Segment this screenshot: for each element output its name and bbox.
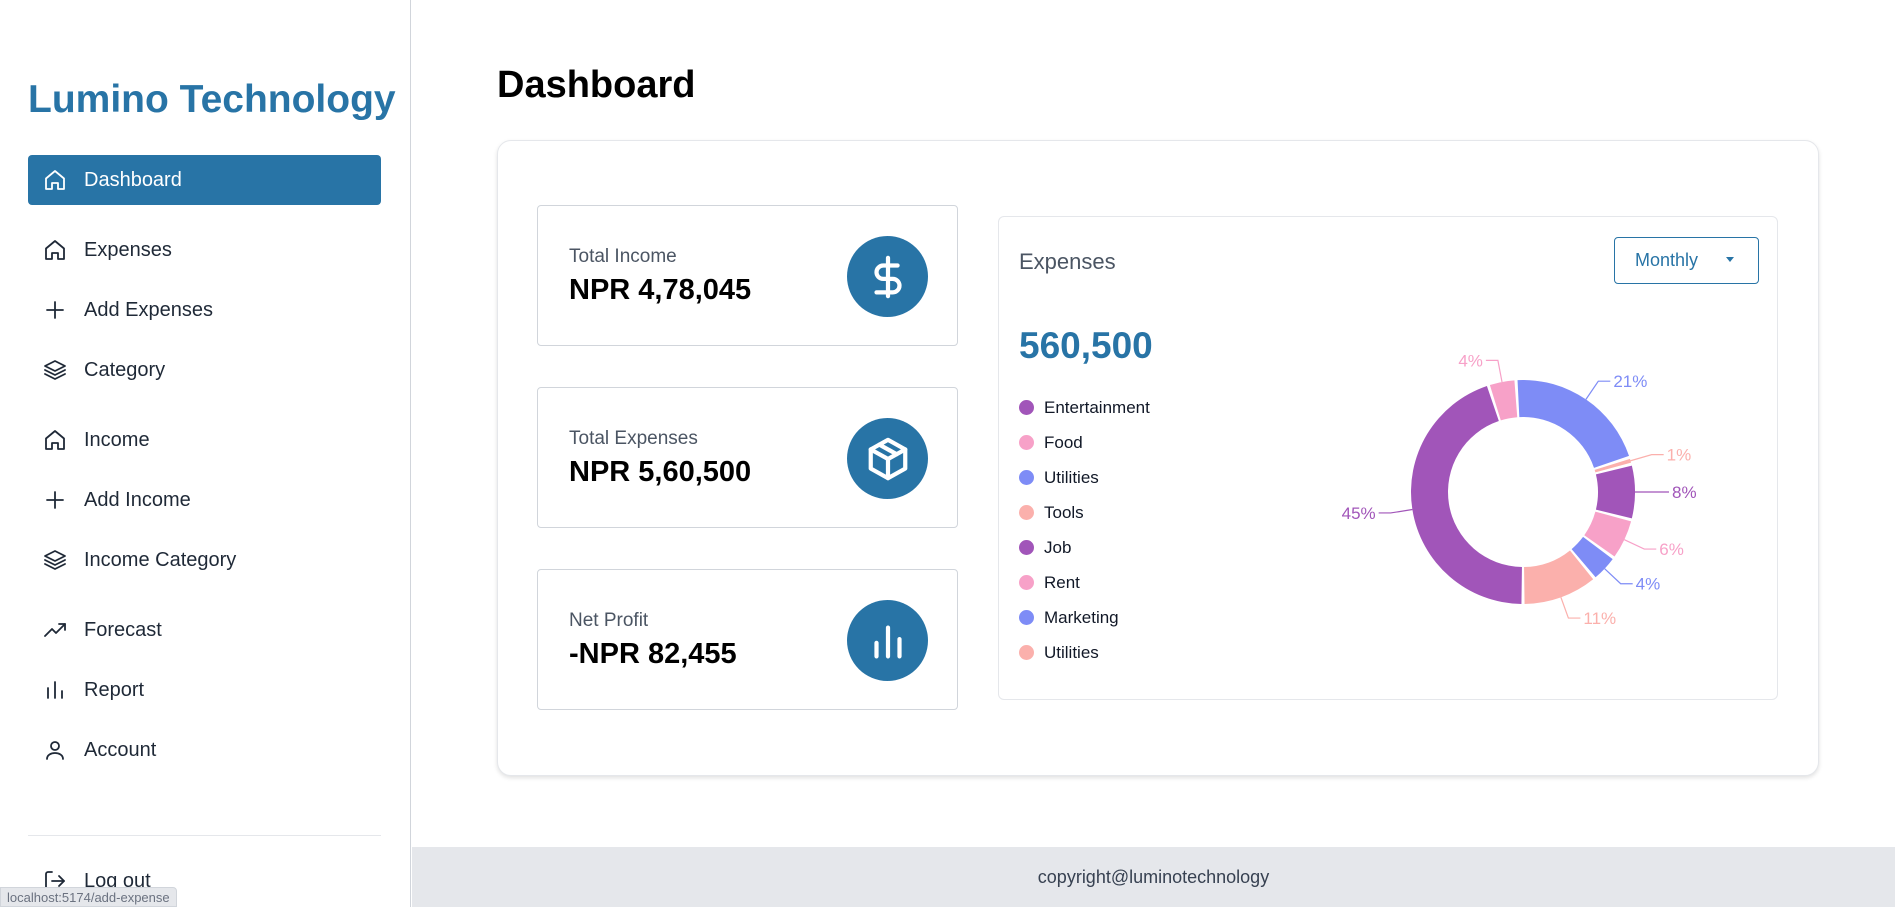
data-label: 4% bbox=[1636, 575, 1661, 594]
stat-value: -NPR 82,455 bbox=[569, 638, 737, 670]
bar-chart-icon bbox=[847, 600, 928, 681]
data-label: 8% bbox=[1672, 483, 1697, 502]
sidebar-item-label: Forecast bbox=[84, 618, 162, 641]
bar-chart-icon bbox=[42, 677, 68, 703]
status-url-hint: localhost:5174/add-expense bbox=[0, 887, 177, 907]
sidebar-item-add-income[interactable]: Add Income bbox=[28, 475, 381, 525]
pie-slice[interactable] bbox=[1517, 380, 1630, 468]
sidebar-item-expenses[interactable]: Expenses bbox=[28, 225, 381, 275]
sidebar-divider bbox=[28, 835, 381, 836]
data-label: 1% bbox=[1667, 446, 1692, 465]
stat-card-total-expenses: Total Expenses NPR 5,60,500 bbox=[537, 387, 958, 528]
layers-icon bbox=[42, 547, 68, 573]
page-title: Dashboard bbox=[497, 64, 696, 106]
stat-label: Net Profit bbox=[569, 610, 649, 631]
label-leader-line bbox=[1624, 539, 1657, 550]
data-label: 6% bbox=[1659, 540, 1684, 559]
sidebar-item-label: Expenses bbox=[84, 238, 172, 261]
sidebar-item-label: Add Income bbox=[84, 488, 191, 511]
stat-label: Total Income bbox=[569, 246, 677, 267]
data-label: 4% bbox=[1458, 351, 1483, 370]
sidebar: Lumino Technology Dashboard Expenses Add… bbox=[0, 0, 411, 907]
sidebar-item-label: Dashboard bbox=[84, 168, 182, 191]
trending-up-icon bbox=[42, 617, 68, 643]
stat-card-total-income: Total Income NPR 4,78,045 bbox=[537, 205, 958, 346]
data-label: 11% bbox=[1583, 609, 1616, 628]
expenses-donut-chart: 45% 4% 21% 1% 8% 6% 4% 11% bbox=[1342, 351, 1697, 628]
plus-icon bbox=[42, 297, 68, 323]
box-icon bbox=[847, 418, 928, 499]
sidebar-item-account[interactable]: Account bbox=[28, 725, 381, 775]
footer: copyright@luminotechnology bbox=[412, 847, 1895, 907]
sidebar-item-label: Report bbox=[84, 678, 145, 701]
data-label: 45% bbox=[1342, 504, 1376, 523]
sidebar-item-label: Add Expenses bbox=[84, 298, 213, 321]
label-leader-line bbox=[1630, 454, 1664, 462]
sidebar-item-income[interactable]: Income bbox=[28, 415, 381, 465]
stat-value: NPR 4,78,045 bbox=[569, 274, 752, 306]
stat-value: NPR 5,60,500 bbox=[569, 456, 752, 488]
sidebar-item-report[interactable]: Report bbox=[28, 665, 381, 715]
home-icon bbox=[42, 167, 68, 193]
label-leader-line bbox=[1560, 597, 1581, 619]
brand-logo[interactable]: Lumino Technology bbox=[28, 78, 396, 122]
label-leader-line bbox=[1604, 568, 1633, 585]
home-icon bbox=[42, 427, 68, 453]
plus-icon bbox=[42, 487, 68, 513]
dollar-icon bbox=[847, 236, 928, 317]
sidebar-item-label: Category bbox=[84, 358, 166, 381]
label-leader-line bbox=[1378, 508, 1413, 514]
pie-slice[interactable] bbox=[1595, 465, 1635, 519]
sidebar-item-label: Account bbox=[84, 738, 157, 761]
sidebar-item-add-expenses[interactable]: Add Expenses bbox=[28, 285, 381, 335]
sidebar-item-income-category[interactable]: Income Category bbox=[28, 535, 381, 585]
stat-card-net-profit: Net Profit -NPR 82,455 bbox=[537, 569, 958, 710]
user-icon bbox=[42, 737, 68, 763]
layers-icon bbox=[42, 357, 68, 383]
sidebar-item-dashboard[interactable]: Dashboard bbox=[28, 155, 381, 205]
sidebar-item-category[interactable]: Category bbox=[28, 345, 381, 395]
stat-label: Total Expenses bbox=[569, 428, 698, 449]
data-label: 21% bbox=[1613, 372, 1647, 391]
sidebar-item-forecast[interactable]: Forecast bbox=[28, 605, 381, 655]
label-leader-line bbox=[1585, 380, 1611, 400]
sidebar-item-label: Income Category bbox=[84, 548, 237, 571]
sidebar-item-label: Income bbox=[84, 428, 150, 451]
home-icon bbox=[42, 237, 68, 263]
expenses-chart-card: Expenses Monthly 560,500 Entertainment Fo… bbox=[998, 216, 1778, 700]
label-leader-line bbox=[1485, 359, 1503, 383]
